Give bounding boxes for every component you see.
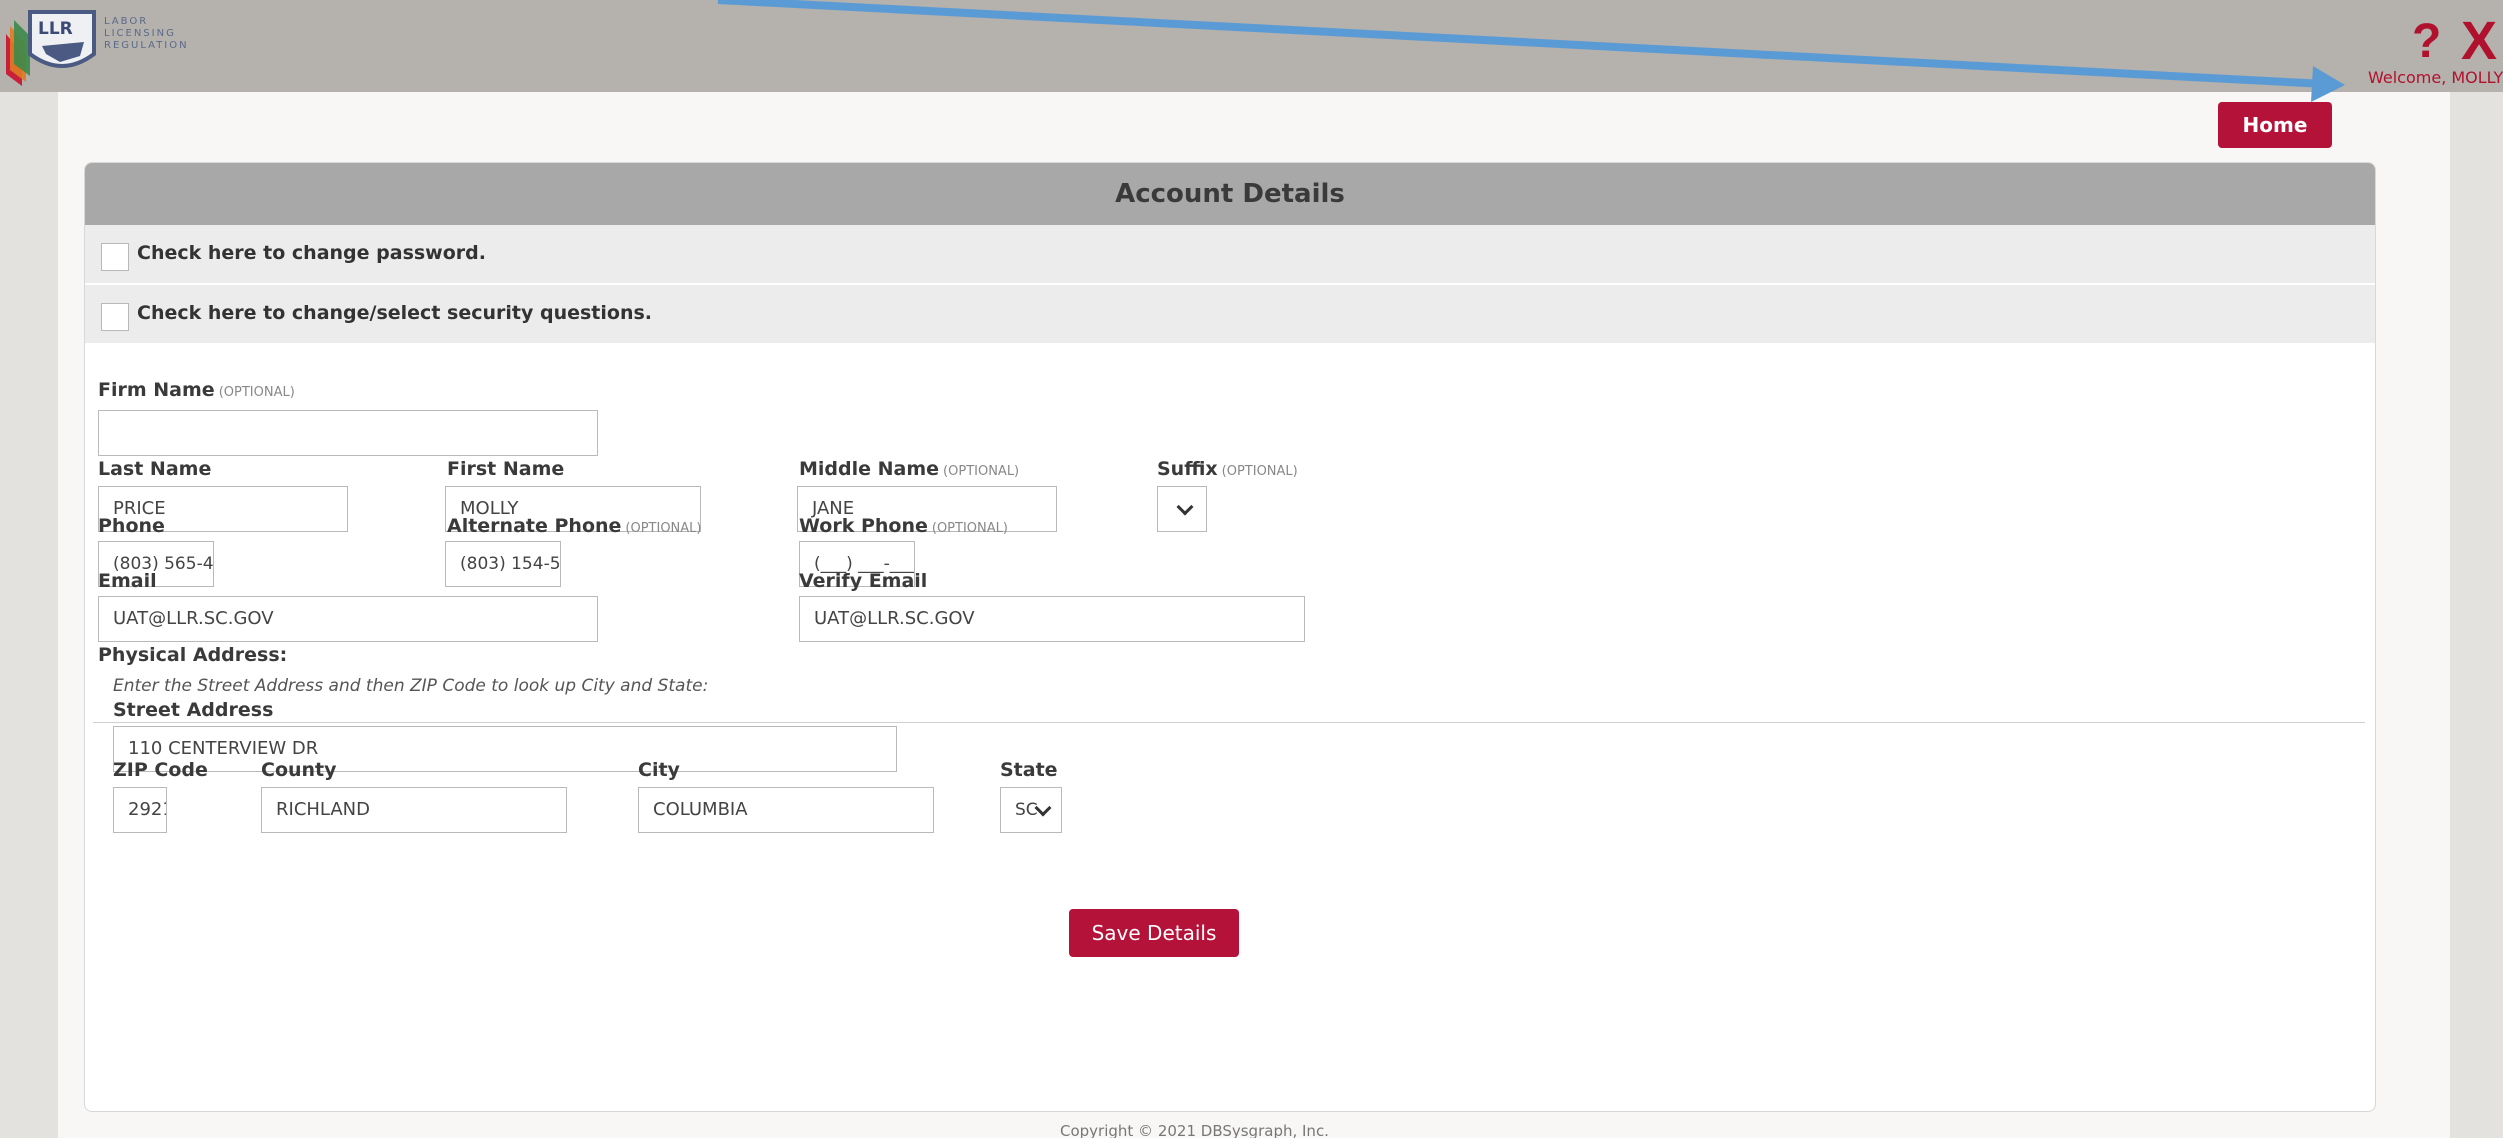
- phone-label: Phone: [98, 515, 165, 537]
- top-bar: LLR LABOR LICENSING REGULATION ? X Welco…: [0, 0, 2503, 92]
- address-hint: Enter the Street Address and then ZIP Co…: [113, 676, 709, 696]
- help-icon[interactable]: ?: [2412, 18, 2441, 66]
- street-address-field[interactable]: 110 CENTERVIEW DR: [113, 726, 897, 772]
- account-details-card: Account Details Check here to change pas…: [84, 162, 2376, 1112]
- card-title: Account Details: [85, 163, 2375, 225]
- zip-code-label: ZIP Code: [113, 759, 208, 781]
- alt-phone-label: Alternate Phone (OPTIONAL): [447, 515, 702, 537]
- logo-text: LABOR LICENSING REGULATION: [104, 16, 189, 51]
- change-password-checkbox[interactable]: [101, 243, 129, 271]
- state-label: State: [1000, 759, 1058, 781]
- llr-shield-icon: LLR: [6, 10, 96, 86]
- email-label: Email: [98, 570, 157, 592]
- close-icon[interactable]: X: [2461, 14, 2497, 68]
- home-button[interactable]: Home: [2218, 102, 2332, 148]
- county-field[interactable]: RICHLAND: [261, 787, 567, 833]
- suffix-select[interactable]: [1157, 486, 1207, 532]
- chevron-down-icon: [1176, 498, 1194, 516]
- verify-email-label: Verify Email: [799, 570, 928, 592]
- first-name-label: First Name: [447, 458, 565, 480]
- svg-text:LLR: LLR: [38, 19, 73, 39]
- zip-code-field[interactable]: 29210: [113, 787, 167, 833]
- copyright: Copyright © 2021 DBSysgraph, Inc.: [1060, 1122, 1329, 1138]
- county-label: County: [261, 759, 337, 781]
- physical-address-heading: Physical Address:: [98, 644, 288, 666]
- work-phone-label: Work Phone (OPTIONAL): [799, 515, 1008, 537]
- change-security-row: Check here to change/select security que…: [85, 285, 2375, 343]
- street-address-label: Street Address: [113, 699, 274, 721]
- welcome-text: Welcome, MOLLY: [2368, 68, 2503, 87]
- email-field[interactable]: UAT@LLR.SC.GOV: [98, 596, 598, 642]
- city-field[interactable]: COLUMBIA: [638, 787, 934, 833]
- city-label: City: [638, 759, 680, 781]
- change-password-label[interactable]: Check here to change password.: [137, 242, 486, 264]
- alt-phone-field[interactable]: (803) 154-5142: [445, 541, 561, 587]
- section-divider: [93, 722, 2365, 723]
- verify-email-field[interactable]: UAT@LLR.SC.GOV: [799, 596, 1305, 642]
- middle-name-label: Middle Name (OPTIONAL): [799, 458, 1020, 480]
- state-select[interactable]: SC: [1000, 787, 1062, 833]
- last-name-label: Last Name: [98, 458, 212, 480]
- firm-name-field[interactable]: [98, 410, 598, 456]
- llr-logo[interactable]: LLR LABOR LICENSING REGULATION: [0, 4, 230, 86]
- change-password-row: Check here to change password.: [85, 225, 2375, 283]
- save-details-button[interactable]: Save Details: [1069, 909, 1239, 957]
- firm-name-label: Firm Name (OPTIONAL): [98, 379, 295, 401]
- change-security-checkbox[interactable]: [101, 303, 129, 331]
- change-security-label[interactable]: Check here to change/select security que…: [137, 302, 652, 324]
- suffix-label: Suffix (OPTIONAL): [1157, 458, 1298, 480]
